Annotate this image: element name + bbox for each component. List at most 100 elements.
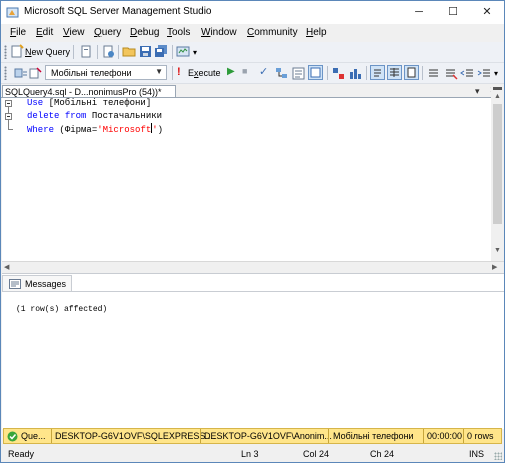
row-count: 0 rows	[467, 431, 494, 441]
toolbar-overflow-icon[interactable]: ▾	[193, 48, 197, 57]
scroll-left-icon[interactable]: ◀	[4, 263, 9, 271]
editor-vertical-scrollbar[interactable]: ▲ ▼	[491, 84, 504, 261]
toolbar-overflow-icon[interactable]: ▾	[494, 69, 498, 78]
uncomment-icon[interactable]	[443, 66, 458, 81]
status-separator	[423, 429, 424, 443]
menu-file[interactable]: File	[10, 27, 26, 38]
code-line-1: Use [Мобільні телефони]	[27, 98, 152, 108]
include-statistics-icon[interactable]	[348, 66, 363, 81]
toolbar-separator	[118, 45, 119, 59]
code-line-2: delete from Постачальники	[27, 111, 163, 121]
ssms-window: Microsoft SQL Server Management Studio ─…	[0, 0, 505, 463]
menu-tools[interactable]: Tools	[167, 27, 190, 38]
query-editor[interactable]: Use [Мобільні телефони] delete from Пост…	[2, 98, 491, 261]
status-state: Ready	[8, 449, 35, 459]
menu-debug[interactable]: Debug	[130, 27, 159, 38]
window-title: Microsoft SQL Server Management Studio	[24, 6, 212, 17]
new-file-icon[interactable]	[79, 44, 94, 59]
results-tab-border	[2, 291, 504, 292]
collapse-icon[interactable]	[5, 100, 12, 107]
toolbar-separator	[172, 66, 173, 80]
menu-edit[interactable]: Edit	[36, 27, 53, 38]
comment-out-icon[interactable]	[426, 66, 441, 81]
standard-toolbar: New Query ▾	[1, 42, 504, 63]
status-database: Мобільні телефони	[333, 431, 414, 441]
user-name: DESKTOP-G6V1OVF\Anonim...	[204, 431, 332, 441]
save-icon[interactable]	[138, 44, 153, 59]
status-line: Ln 3	[241, 449, 259, 459]
results-to-grid-icon[interactable]	[308, 65, 323, 80]
menu-query[interactable]: Query	[94, 27, 121, 38]
specify-values-icon[interactable]	[331, 66, 346, 81]
messages-icon	[9, 279, 21, 289]
activity-monitor-icon[interactable]	[176, 44, 191, 59]
sql-editor-toolbar: Мобільні телефони ▼ ! Execute ▶ ■ ✓ ▾	[1, 63, 504, 84]
toolbar-grip[interactable]	[4, 66, 7, 80]
query-status-bar: Que... DESKTOP-G6V1OVF\SQLEXPRESS ... DE…	[3, 428, 502, 444]
outline-end	[8, 129, 13, 130]
status-separator	[51, 429, 52, 443]
server-name: DESKTOP-G6V1OVF\SQLEXPRESS ...	[55, 431, 216, 441]
display-estimated-plan-icon[interactable]	[274, 66, 289, 81]
tab-title: SQLQuery4.sql - D...nonimusPro (54))*	[5, 87, 162, 97]
menu-view[interactable]: View	[63, 27, 85, 38]
maximize-button[interactable]: ☐	[436, 1, 470, 24]
minimize-button[interactable]: ─	[402, 1, 436, 24]
new-query-icon	[11, 44, 24, 58]
available-databases-select[interactable]: Мобільні телефони ▼	[45, 65, 167, 80]
success-check-icon	[7, 431, 18, 442]
selected-database: Мобільні телефони	[51, 68, 132, 78]
results-pane: Messages (1 row(s) affected)	[2, 273, 504, 429]
parse-icon[interactable]: ✓	[259, 65, 268, 78]
toolbar-separator	[73, 45, 74, 59]
execute-button[interactable]: Execute	[188, 68, 221, 78]
toolbar-separator	[327, 66, 328, 80]
scroll-up-icon[interactable]: ▲	[494, 93, 501, 100]
status-insert-mode: INS	[469, 449, 485, 459]
menu-bar: File Edit View Query Debug Tools Window …	[1, 24, 504, 42]
close-button[interactable]: ✕	[470, 1, 504, 24]
increase-indent-icon[interactable]	[477, 66, 492, 81]
change-connection-icon[interactable]	[28, 66, 43, 81]
status-char: Ch 24	[370, 449, 395, 459]
results-to-grid-active-icon[interactable]	[387, 65, 402, 80]
database-engine-query-icon[interactable]	[101, 44, 116, 59]
chevron-down-icon: ▼	[155, 67, 163, 76]
status-separator	[463, 429, 464, 443]
connect-icon[interactable]	[13, 66, 28, 81]
menu-community[interactable]: Community	[247, 27, 298, 38]
scroll-right-icon[interactable]: ▶	[492, 263, 497, 271]
menu-window[interactable]: Window	[201, 27, 237, 38]
status-separator	[328, 429, 329, 443]
split-handle-icon[interactable]	[493, 87, 502, 90]
resize-grip-icon[interactable]	[494, 452, 502, 460]
toolbar-separator	[97, 45, 98, 59]
collapse-icon[interactable]	[5, 113, 12, 120]
new-query-button[interactable]: New Query	[25, 47, 70, 57]
title-bar: Microsoft SQL Server Management Studio ─…	[1, 1, 504, 24]
elapsed-time: 00:00:00	[427, 431, 463, 441]
decrease-indent-icon[interactable]	[460, 66, 475, 81]
result-message: (1 row(s) affected)	[16, 305, 108, 314]
results-to-text-icon[interactable]	[370, 65, 385, 80]
toolbar-separator	[172, 45, 173, 59]
status-column: Col 24	[303, 449, 330, 459]
tab-messages[interactable]: Messages	[2, 275, 72, 291]
scroll-down-icon[interactable]: ▼	[494, 247, 501, 254]
scroll-thumb[interactable]	[493, 104, 502, 224]
open-file-icon[interactable]	[122, 44, 137, 59]
save-all-icon[interactable]	[154, 44, 169, 59]
query-status-text: Que...	[21, 431, 46, 441]
menu-help[interactable]: Help	[306, 27, 327, 38]
results-to-file-icon[interactable]	[404, 65, 419, 80]
toolbar-separator	[366, 66, 367, 80]
query-designer-icon[interactable]	[291, 66, 306, 81]
status-separator	[200, 429, 201, 443]
messages-tab-label: Messages	[25, 279, 67, 289]
toolbar-grip[interactable]	[4, 45, 7, 59]
cancel-query-icon[interactable]: ■	[242, 66, 247, 76]
toolbar-separator	[422, 66, 423, 80]
status-bar: Ready Ln 3 Col 24 Ch 24 INS	[1, 445, 504, 462]
tab-list-icon[interactable]: ▾	[475, 86, 480, 97]
debug-icon[interactable]: ▶	[227, 66, 235, 77]
